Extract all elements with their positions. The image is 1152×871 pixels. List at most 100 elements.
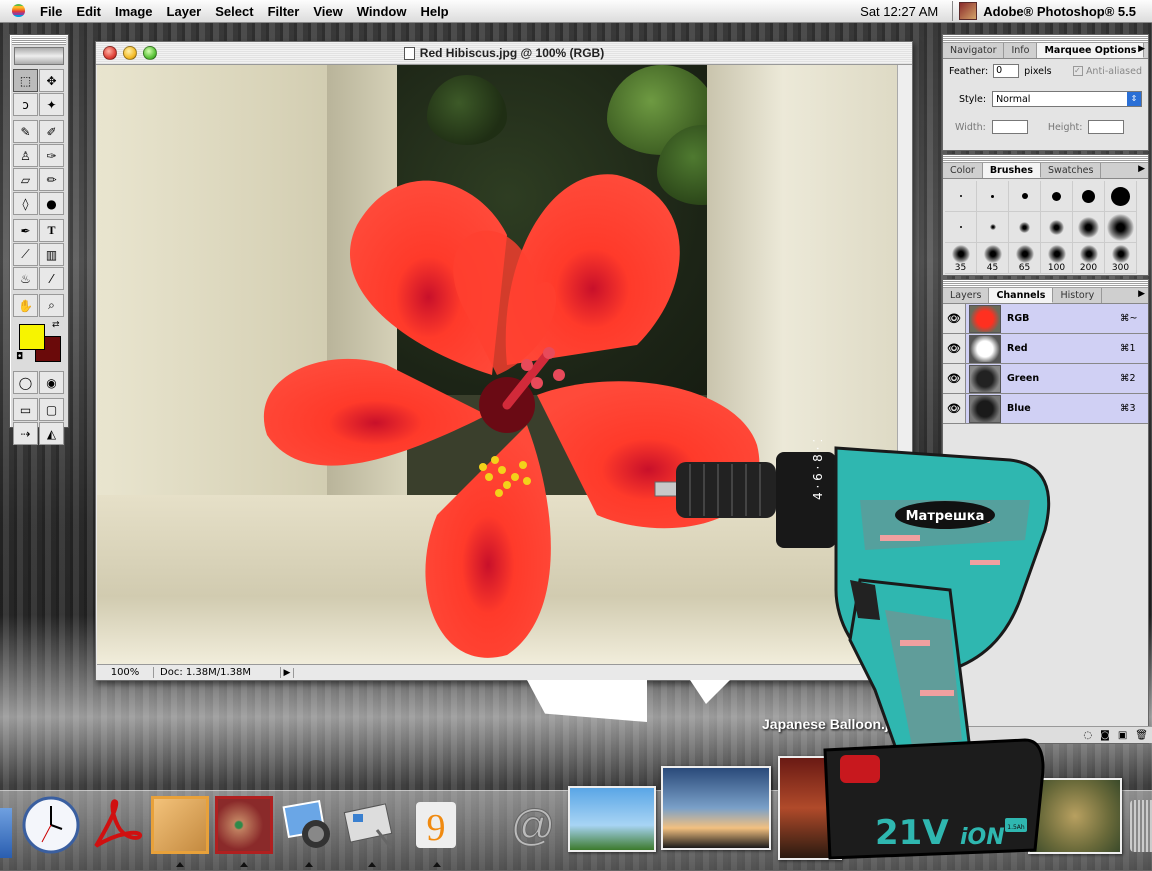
menu-layer[interactable]: Layer <box>167 4 202 19</box>
finder-icon[interactable] <box>0 808 12 858</box>
menu-view[interactable]: View <box>313 4 342 19</box>
rect-marquee-tool-icon[interactable]: ⬚ <box>13 69 38 92</box>
trash-icon[interactable] <box>1130 800 1152 852</box>
apple-menu[interactable] <box>12 4 30 18</box>
airbrush-tool-icon[interactable]: ✎ <box>13 120 38 143</box>
rubber-stamp-tool-icon[interactable]: ♙ <box>13 144 38 167</box>
visibility-eye-icon[interactable]: 👁 <box>943 394 966 423</box>
menu-image[interactable]: Image <box>115 4 153 19</box>
save-selection-icon[interactable]: ◙ <box>1100 730 1110 741</box>
menu-select[interactable]: Select <box>215 4 253 19</box>
type-tool-icon[interactable]: T <box>39 219 64 242</box>
magic-wand-tool-icon[interactable]: ✦ <box>39 93 64 116</box>
photoshop-dock-icon[interactable] <box>215 796 273 854</box>
full-screen-mode-icon[interactable]: ▢ <box>39 398 64 421</box>
mail-icon[interactable]: @ <box>503 796 561 854</box>
palette-menu-arrow-icon[interactable]: ▶ <box>1138 44 1145 54</box>
brush-tip[interactable]: 300 <box>1105 243 1137 274</box>
style-select[interactable]: Normal ⇕ <box>992 91 1142 107</box>
hand-tool-icon[interactable]: ✋ <box>13 294 38 317</box>
brush-tip[interactable] <box>1041 212 1073 243</box>
brush-tip[interactable]: 100 <box>1041 243 1073 274</box>
pen-tool-icon[interactable]: ✒ <box>13 219 38 242</box>
tab-info[interactable]: Info <box>1004 43 1038 58</box>
feather-input[interactable]: 0 <box>993 64 1020 78</box>
jump-to-imageready-icon[interactable]: ⇢ <box>13 422 38 445</box>
default-colors-icon[interactable]: ◘ <box>16 352 23 362</box>
brush-tip[interactable] <box>977 181 1009 212</box>
load-selection-icon[interactable]: ◌ <box>1083 730 1092 741</box>
visibility-eye-icon[interactable]: 👁 <box>943 304 966 333</box>
visibility-eye-icon[interactable]: 👁 <box>943 334 966 363</box>
foreground-color-swatch[interactable] <box>19 324 45 350</box>
swap-colors-icon[interactable]: ⇄ <box>52 320 60 330</box>
quick-mask-mode-icon[interactable]: ◉ <box>39 371 64 394</box>
measure-tool-icon[interactable]: ⟋ <box>13 243 38 266</box>
brush-tip[interactable] <box>977 212 1009 243</box>
acrobat-icon[interactable] <box>88 796 146 854</box>
width-input[interactable] <box>991 120 1028 134</box>
venus-app-icon[interactable] <box>151 796 209 854</box>
brush-tip[interactable] <box>1073 212 1105 243</box>
clock-icon[interactable] <box>22 796 80 854</box>
iphoto-icon[interactable] <box>280 796 338 854</box>
screen-mode-icon[interactable]: ▭ <box>13 398 38 421</box>
menu-file[interactable]: File <box>40 4 62 19</box>
os9-icon[interactable]: 9 <box>408 796 466 854</box>
lasso-tool-icon[interactable]: ↄ <box>13 93 38 116</box>
dock-photo-palm-day[interactable] <box>568 786 656 852</box>
height-input[interactable] <box>1088 120 1125 134</box>
status-menu-arrow-icon[interactable]: ▶ <box>281 667 294 678</box>
menu-window[interactable]: Window <box>357 4 407 19</box>
channel-row[interactable]: 👁 Red ⌘1 <box>943 334 1148 364</box>
minimize-window-icon[interactable] <box>123 46 137 60</box>
zoom-level[interactable]: 100% <box>97 667 154 678</box>
brush-tip[interactable] <box>1073 181 1105 212</box>
adobe-eye-logo[interactable] <box>14 47 64 65</box>
palette-grip[interactable] <box>12 37 66 45</box>
channel-row[interactable]: 👁 Green ⌘2 <box>943 364 1148 394</box>
delete-channel-icon[interactable]: 🗑 <box>1135 730 1148 741</box>
pencil-tool-icon[interactable]: ✏ <box>39 168 64 191</box>
menu-filter[interactable]: Filter <box>268 4 300 19</box>
zoom-window-icon[interactable] <box>143 46 157 60</box>
move-tool-icon[interactable]: ✥ <box>39 69 64 92</box>
brush-tip[interactable] <box>1009 212 1041 243</box>
brush-tip[interactable]: 200 <box>1073 243 1105 274</box>
tab-brushes[interactable]: Brushes <box>982 163 1042 178</box>
brush-tip[interactable] <box>945 212 977 243</box>
tab-channels[interactable]: Channels <box>989 288 1054 303</box>
standard-mode-icon[interactable]: ◯ <box>13 371 38 394</box>
tab-history[interactable]: History <box>1053 288 1103 303</box>
palette-menu-arrow-icon[interactable]: ▶ <box>1138 164 1145 174</box>
brush-tip[interactable] <box>945 181 977 212</box>
imageready-icon[interactable]: ◭ <box>39 422 64 445</box>
tab-marquee-options[interactable]: Marquee Options <box>1037 43 1145 58</box>
close-window-icon[interactable] <box>103 46 117 60</box>
eyedropper-tool-icon[interactable]: ⁄ <box>39 267 64 290</box>
tab-layers[interactable]: Layers <box>943 288 990 303</box>
blur-tool-icon[interactable]: ◊ <box>13 192 38 215</box>
palette-grip[interactable] <box>943 280 1148 288</box>
palette-grip[interactable] <box>943 35 1148 43</box>
brush-tip[interactable]: 35 <box>945 243 977 274</box>
tab-color[interactable]: Color <box>943 163 983 178</box>
burn-tool-icon[interactable]: ● <box>39 192 64 215</box>
document-title-bar[interactable]: Red Hibiscus.jpg @ 100% (RGB) <box>96 42 912 65</box>
tab-navigator[interactable]: Navigator <box>943 43 1005 58</box>
brush-tip[interactable] <box>1009 181 1041 212</box>
tab-swatches[interactable]: Swatches <box>1041 163 1102 178</box>
application-menu[interactable]: Adobe® Photoshop® 5.5 <box>983 4 1136 19</box>
anti-aliased-checkbox[interactable]: ✓ Anti-aliased <box>1072 66 1142 77</box>
visibility-eye-icon[interactable]: 👁 <box>943 364 966 393</box>
new-channel-icon[interactable]: ▣ <box>1118 730 1127 741</box>
brush-tip[interactable] <box>1105 212 1137 243</box>
channel-row[interactable]: 👁 RGB ⌘~ <box>943 304 1148 334</box>
history-brush-tool-icon[interactable]: ✑ <box>39 144 64 167</box>
gradient-tool-icon[interactable]: ▥ <box>39 243 64 266</box>
menubar-clock[interactable]: Sat 12:27 AM <box>860 4 938 19</box>
brush-tip[interactable]: 45 <box>977 243 1009 274</box>
paintbrush-tool-icon[interactable]: ✐ <box>39 120 64 143</box>
brush-tip[interactable] <box>1105 181 1137 212</box>
menu-edit[interactable]: Edit <box>76 4 101 19</box>
